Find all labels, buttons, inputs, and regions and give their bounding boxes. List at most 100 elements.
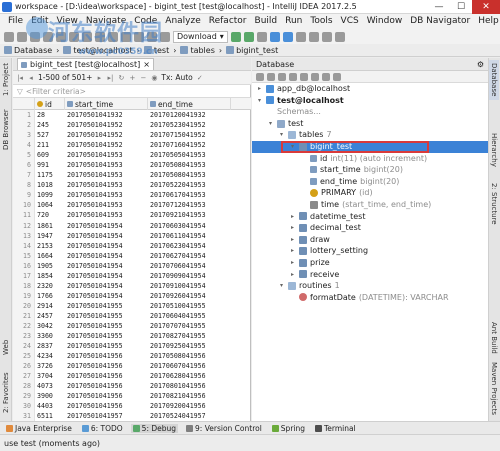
cell-start-time[interactable]: 20170501041956 [65, 351, 148, 361]
cell-id[interactable]: 1947 [35, 231, 65, 241]
tree-node[interactable]: formatDate (DATETIME): VARCHAR [252, 292, 488, 304]
menu-tools[interactable]: Tools [306, 14, 336, 29]
cell-id[interactable]: 245 [35, 120, 65, 130]
cell-id[interactable]: 1018 [35, 180, 65, 190]
cell-end-time[interactable]: 20170925041955 [148, 341, 231, 351]
tab-web[interactable]: Web [1, 336, 11, 358]
vcs-update-icon[interactable] [269, 31, 280, 42]
cell-end-time[interactable]: 20170603041954 [148, 221, 231, 231]
bottom-tab-9-version-control[interactable]: 9: Version Control [184, 424, 264, 433]
cell-id[interactable]: 28 [35, 110, 65, 120]
table-row[interactable]: 30 4403 20170501041956 20170920041956 [13, 401, 251, 412]
project-structure-icon[interactable] [308, 31, 319, 42]
cell-start-time[interactable]: 20170501041953 [65, 210, 148, 220]
bottom-tab-6-todo[interactable]: 6: TODO [80, 424, 125, 433]
cell-end-time[interactable]: 20170523041952 [148, 120, 231, 130]
cell-start-time[interactable]: 20170501041954 [65, 271, 148, 281]
tree-node[interactable]: ▸ datetime_test [252, 211, 488, 223]
debug-icon[interactable] [243, 31, 254, 42]
cell-end-time[interactable]: 20170627041954 [148, 251, 231, 261]
cell-end-time[interactable]: 20170628041956 [148, 371, 231, 381]
cell-start-time[interactable]: 20170501041957 [65, 411, 148, 421]
cell-start-time[interactable]: 20170501041954 [65, 281, 148, 291]
tab-hierarchy[interactable]: Hierarchy [489, 128, 499, 172]
table-row[interactable]: 20 2914 20170501041955 20170510041955 [13, 300, 251, 311]
cell-start-time[interactable]: 20170501041955 [65, 331, 148, 341]
cell-start-time[interactable]: 20170501041953 [65, 180, 148, 190]
cell-id[interactable]: 4073 [35, 381, 65, 391]
tab-maven-projects[interactable]: Maven Projects [489, 360, 499, 418]
menu-help[interactable]: Help [474, 14, 500, 29]
table-row[interactable]: 26 3726 20170501041956 20170607041956 [13, 361, 251, 372]
tree-node[interactable]: ▸ decimal_test [252, 222, 488, 234]
cell-end-time[interactable]: 20170909041954 [148, 271, 231, 281]
menu-file[interactable]: File [4, 14, 27, 29]
gear-icon[interactable]: ⚙ [477, 60, 484, 69]
paging-label[interactable]: 1-500 of 501+ [38, 73, 92, 82]
undo-icon[interactable] [43, 31, 53, 42]
cell-id[interactable]: 991 [35, 160, 65, 170]
chevron-right-icon[interactable]: ▸ [256, 83, 263, 95]
cell-id[interactable]: 1854 [35, 271, 65, 281]
cell-start-time[interactable]: 20170501041953 [65, 150, 148, 160]
search-everywhere-icon[interactable] [334, 31, 345, 42]
cell-id[interactable]: 3704 [35, 371, 65, 381]
breadcrumb-item[interactable]: Database [4, 46, 52, 55]
cell-start-time[interactable]: 20170501041954 [65, 241, 148, 251]
cell-start-time[interactable]: 20170501041954 [65, 231, 148, 241]
cell-id[interactable]: 1766 [35, 291, 65, 301]
table-row[interactable]: 28 4073 20170501041956 20170801041956 [13, 381, 251, 392]
sync-icon[interactable] [30, 31, 40, 42]
menu-code[interactable]: Code [130, 14, 161, 29]
tree-node[interactable]: ▾ tables 7 [252, 129, 488, 141]
next-page-icon[interactable]: ▸ [95, 74, 103, 82]
tab-favorites[interactable]: 2: Favorites [1, 370, 11, 416]
cell-id[interactable]: 4234 [35, 351, 65, 361]
prev-page-icon[interactable]: ◂ [27, 74, 35, 82]
cell-id[interactable]: 3726 [35, 361, 65, 371]
cell-id[interactable]: 1861 [35, 221, 65, 231]
cell-start-time[interactable]: 20170501041954 [65, 221, 148, 231]
tree-node[interactable]: ▸ draw [252, 234, 488, 246]
cell-end-time[interactable]: 20170821041956 [148, 391, 231, 401]
cell-start-time[interactable]: 20170501041956 [65, 361, 148, 371]
cell-start-time[interactable]: 20170501041955 [65, 321, 148, 331]
breadcrumb-item[interactable]: bigint_test [226, 46, 278, 55]
cell-end-time[interactable]: 20170712041953 [148, 200, 231, 210]
commit-icon[interactable]: ✓ [196, 74, 204, 82]
cell-end-time[interactable]: 20170508041956 [148, 351, 231, 361]
tree-node[interactable]: ▸ receive [252, 269, 488, 281]
cut-icon[interactable] [69, 31, 79, 42]
cell-end-time[interactable]: 20170706041954 [148, 261, 231, 271]
chevron-right-icon[interactable]: ▸ [289, 269, 296, 281]
tree-node[interactable]: ▾ test [252, 118, 488, 130]
run-icon[interactable] [230, 31, 241, 42]
forward-icon[interactable] [147, 31, 157, 42]
table-row[interactable]: 22 3042 20170501041955 20170707041955 [13, 320, 251, 332]
chevron-right-icon[interactable]: ▸ [289, 222, 296, 234]
filter-icon[interactable] [322, 72, 330, 81]
tab-ant-build[interactable]: Ant Build [489, 320, 499, 356]
cell-end-time[interactable]: 20170505041953 [148, 150, 231, 160]
breadcrumb-item[interactable]: test [143, 46, 169, 55]
bottom-tab-spring[interactable]: Spring [270, 424, 307, 433]
bottom-tab-5-debug[interactable]: 5: Debug [130, 423, 179, 433]
collapse-icon[interactable] [333, 72, 341, 81]
cell-end-time[interactable]: 20170617041953 [148, 190, 231, 200]
open-icon[interactable] [4, 31, 14, 42]
menu-db-navigator[interactable]: DB Navigator [406, 14, 474, 29]
save-icon[interactable] [17, 31, 27, 42]
redo-icon[interactable] [56, 31, 66, 42]
tree-node[interactable]: ▸ lottery_setting [252, 245, 488, 257]
table-row[interactable]: 23 3360 20170501041955 20170827041955 [13, 331, 251, 342]
chevron-right-icon[interactable]: ▸ [289, 234, 296, 246]
cell-id[interactable]: 1905 [35, 261, 65, 271]
remove-row-icon[interactable]: − [139, 74, 147, 82]
column-header-id[interactable]: id [35, 98, 65, 110]
cell-start-time[interactable]: 20170501041954 [65, 261, 148, 271]
table-editor-icon[interactable] [300, 72, 308, 81]
breadcrumb-item[interactable]: test@localhost [63, 46, 133, 55]
cell-id[interactable]: 720 [35, 210, 65, 220]
stop-icon[interactable] [289, 72, 297, 81]
cell-id[interactable]: 2153 [35, 241, 65, 251]
